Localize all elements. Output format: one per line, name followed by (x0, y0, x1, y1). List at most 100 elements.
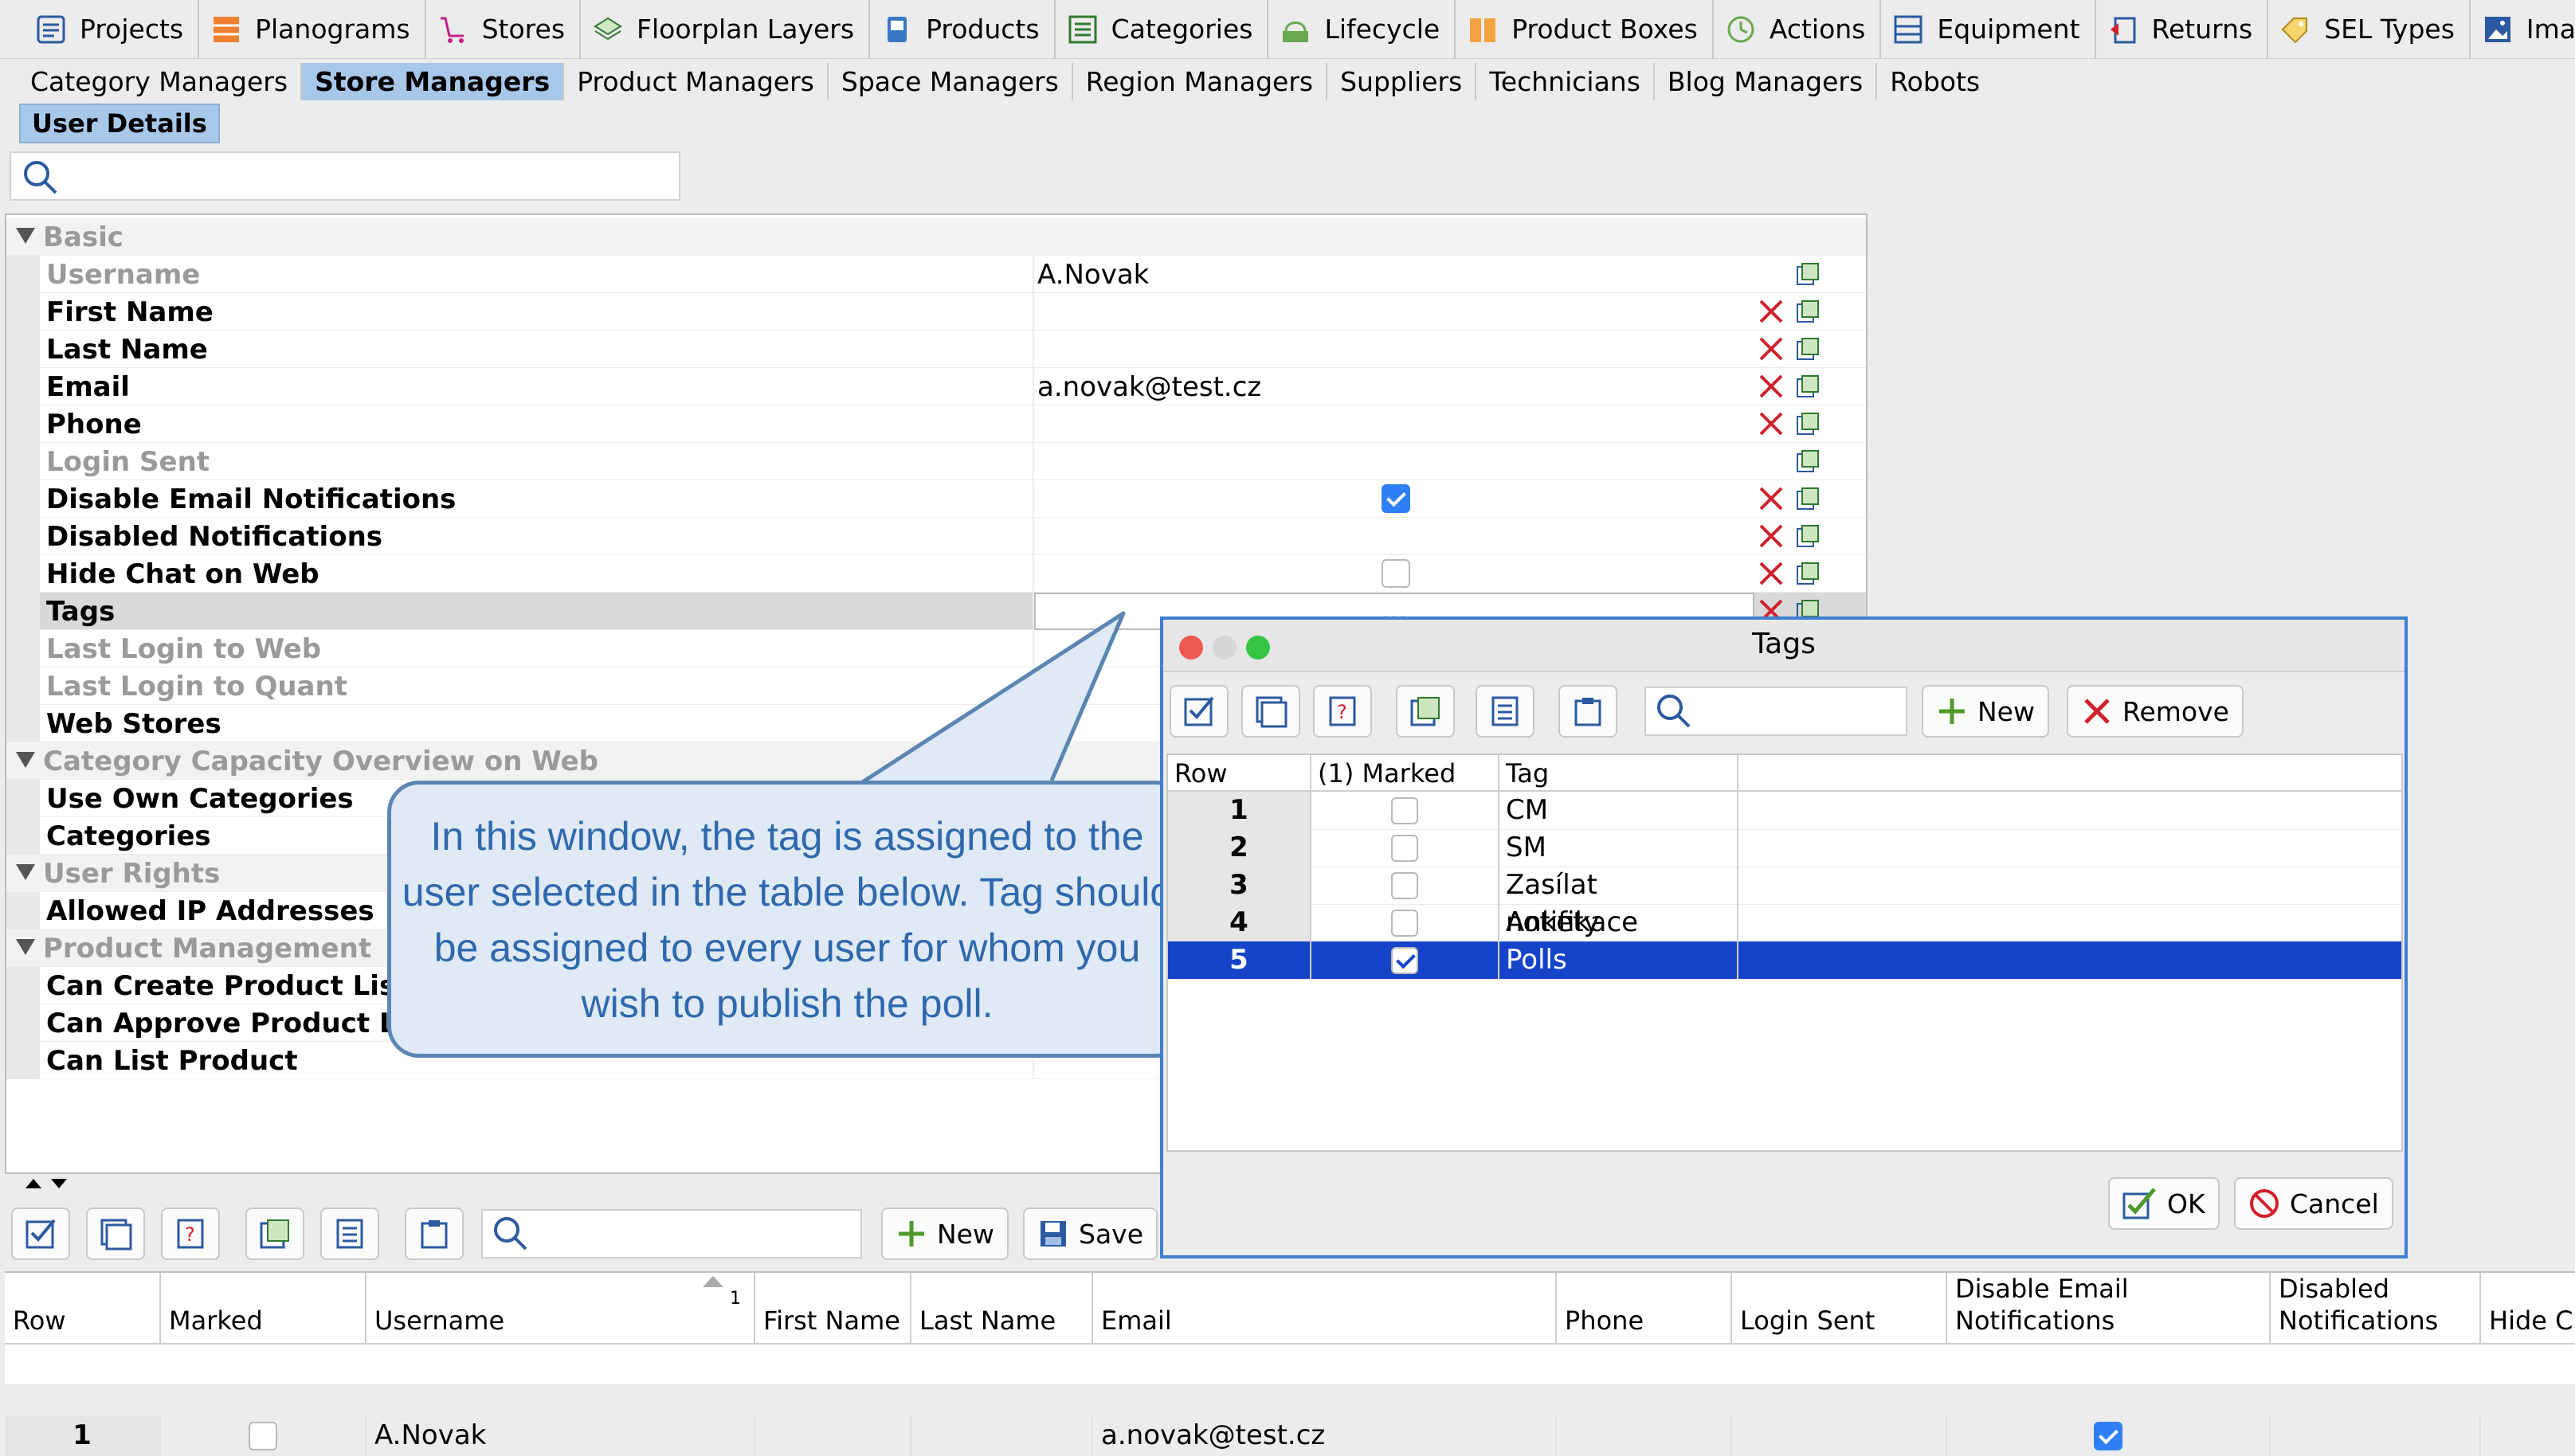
tag-row[interactable]: 2 SM (1168, 829, 2401, 867)
tag-marked-cell[interactable] (1311, 867, 1499, 904)
tags-col-row[interactable]: Row (1168, 755, 1311, 792)
col-header-last-name[interactable]: Last Name (911, 1273, 1093, 1344)
nav-planograms[interactable]: Planograms (199, 0, 426, 59)
copy-value-icon[interactable] (1796, 262, 1820, 289)
dlg-invert-button[interactable]: ? (1313, 685, 1372, 738)
disable-email-checkbox[interactable] (2094, 1422, 2122, 1450)
subnav-product-managers[interactable]: Product Managers (564, 62, 829, 100)
tags-col-marked[interactable]: (1) Marked (1311, 755, 1499, 792)
tag-row[interactable]: 5 Polls (1168, 941, 2401, 980)
mark-all-button[interactable] (11, 1207, 70, 1260)
copy-value-icon[interactable] (1796, 449, 1820, 476)
tag-marked-cell[interactable] (1311, 904, 1499, 941)
tag-marked-checkbox[interactable] (1391, 871, 1418, 899)
collapse-triangle-icon[interactable] (16, 939, 35, 955)
subnav-technicians[interactable]: Technicians (1476, 62, 1655, 100)
nav-equipment[interactable]: Equipment (1881, 0, 2096, 59)
property-checkbox[interactable] (1382, 484, 1410, 513)
marked-checkbox[interactable] (249, 1422, 277, 1450)
property-row[interactable]: Hide Chat on Web (6, 555, 1866, 593)
dlg-search-input[interactable] (1644, 687, 1907, 736)
nav-actions[interactable]: Actions (1714, 0, 1882, 59)
property-value[interactable]: a.novak@test.cz (1037, 371, 1261, 403)
row-marked[interactable] (161, 1416, 366, 1456)
clear-value-icon[interactable] (1758, 523, 1785, 553)
property-value[interactable]: A.Novak (1037, 259, 1149, 291)
copy-value-icon[interactable] (1796, 412, 1820, 439)
row-disable-email[interactable] (1947, 1416, 2271, 1456)
property-row[interactable]: Phone (6, 405, 1866, 443)
nav-products[interactable]: Products (870, 0, 1056, 59)
dlg-list-button[interactable] (1476, 685, 1534, 738)
property-row[interactable]: Disable Email Notifications (6, 480, 1866, 518)
new-button[interactable]: New (881, 1207, 1009, 1260)
tag-marked-cell[interactable] (1311, 829, 1499, 867)
col-header-hide-chat[interactable]: Hide Cl (2481, 1273, 2575, 1344)
col-header-disable-email[interactable]: Disable Email Notifications (1947, 1273, 2271, 1344)
dialog-titlebar[interactable]: Tags (1163, 620, 2405, 672)
property-row[interactable]: Login Sent (6, 443, 1866, 480)
nav-projects[interactable]: Projects (24, 0, 200, 59)
col-header-email[interactable]: Email (1093, 1273, 1557, 1344)
property-row[interactable]: Last Name (6, 331, 1866, 368)
nav-returns[interactable]: Returns (2096, 0, 2269, 59)
collapse-triangle-icon[interactable] (16, 864, 35, 880)
copy-value-icon[interactable] (1796, 337, 1820, 364)
copy-value-icon[interactable] (1796, 562, 1820, 589)
nav-product-boxes[interactable]: Product Boxes (1456, 0, 1714, 59)
tag-marked-checkbox[interactable] (1391, 909, 1418, 937)
tag-marked-checkbox[interactable] (1391, 834, 1418, 862)
subnav-suppliers[interactable]: Suppliers (1327, 62, 1477, 100)
tags-col-tag[interactable]: Tag (1499, 755, 1738, 792)
tag-marked-cell[interactable] (1311, 941, 1499, 979)
clear-value-icon[interactable] (1758, 560, 1785, 590)
ok-button[interactable]: OK (2108, 1177, 2220, 1230)
clear-value-icon[interactable] (1758, 410, 1785, 440)
col-header-login-sent[interactable]: Login Sent (1732, 1273, 1947, 1344)
copy-value-icon[interactable] (1796, 299, 1820, 327)
tag-row[interactable]: 1 CM (1168, 792, 2401, 830)
clear-value-icon[interactable] (1758, 335, 1785, 366)
subnav-store-managers[interactable]: Store Managers (302, 62, 565, 100)
clear-value-icon[interactable] (1758, 298, 1785, 328)
sort-arrows[interactable] (22, 1176, 70, 1195)
tag-row[interactable]: 3 Zasílat notifikace (1168, 867, 2401, 938)
col-header-marked[interactable]: Marked (161, 1273, 366, 1344)
nav-images[interactable]: Images (2471, 0, 2575, 59)
col-header-first-name[interactable]: First Name (755, 1273, 911, 1344)
nav-stores[interactable]: Stores (426, 0, 582, 59)
nav-floorplan-layers[interactable]: Floorplan Layers (581, 0, 871, 59)
detail-search-input[interactable] (10, 151, 680, 201)
property-row[interactable]: First Name (6, 293, 1866, 331)
dlg-remove-button[interactable]: Remove (2067, 685, 2244, 738)
list-button[interactable] (320, 1207, 379, 1260)
copy-button[interactable] (245, 1207, 304, 1260)
clear-value-icon[interactable] (1758, 485, 1785, 515)
col-header-username[interactable]: Username 1 (366, 1273, 755, 1344)
tag-row[interactable]: 4 Ankety (1168, 904, 2401, 942)
nav-categories[interactable]: Categories (1056, 0, 1269, 59)
property-row[interactable]: Disabled Notifications (6, 518, 1866, 555)
clear-value-icon[interactable] (1758, 373, 1785, 403)
dlg-clipboard-button[interactable] (1558, 685, 1617, 738)
tab-user-details[interactable]: User Details (19, 104, 220, 143)
col-header-disabled-notifications[interactable]: Disabled Notifications (2271, 1273, 2481, 1344)
subnav-region-managers[interactable]: Region Managers (1073, 62, 1328, 100)
collapse-triangle-icon[interactable] (16, 228, 35, 244)
collapse-triangle-icon[interactable] (16, 752, 35, 768)
nav-sel-types[interactable]: SEL Types (2268, 0, 2471, 59)
subnav-category-managers[interactable]: Category Managers (18, 62, 303, 100)
col-header-phone[interactable]: Phone (1557, 1273, 1732, 1344)
invert-marked-button[interactable]: ? (161, 1207, 220, 1260)
col-header-row[interactable]: Row (5, 1273, 161, 1344)
dlg-new-button[interactable]: New (1922, 685, 2049, 738)
property-row[interactable]: Email a.novak@test.cz (6, 368, 1866, 405)
table-row[interactable]: 1 A.Novak a.novak@test.cz (5, 1344, 2575, 1456)
property-section[interactable]: Basic (6, 218, 1866, 256)
cancel-button[interactable]: Cancel (2234, 1177, 2393, 1230)
property-checkbox[interactable] (1382, 559, 1410, 588)
copy-value-icon[interactable] (1796, 487, 1820, 514)
dlg-mark-all-button[interactable] (1170, 685, 1229, 738)
tag-marked-checkbox[interactable] (1391, 946, 1418, 974)
table-search-input[interactable] (481, 1209, 862, 1258)
